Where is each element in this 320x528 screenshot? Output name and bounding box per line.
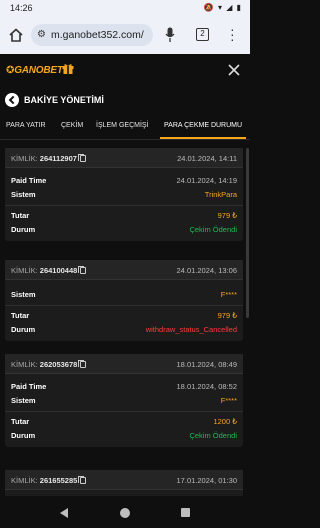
page-header: BAKİYE YÖNETİMİ	[0, 88, 250, 114]
balance-tabs: PARA YATIR ÇEKİM İŞLEM GEÇMİŞİ PARA ÇEKM…	[0, 114, 250, 140]
scrollbar[interactable]	[246, 148, 249, 318]
transaction-date: 24.01.2024, 13:06	[176, 266, 237, 275]
copy-icon[interactable]	[78, 476, 87, 484]
id-label: KİMLİK:	[11, 476, 38, 485]
amount-label: Tutar	[11, 417, 30, 426]
system-label: Sistem	[11, 290, 36, 299]
system-label: Sistem	[11, 190, 36, 199]
system-value: F****	[220, 290, 237, 299]
paid-time-label: Paid Time	[11, 382, 47, 391]
amount-label: Tutar	[11, 311, 30, 320]
transaction-id: 261655285	[39, 476, 78, 485]
browser-toolbar: ⚙ m.ganobet352.com/ 2 · · ·	[0, 16, 250, 54]
nav-back-icon[interactable]	[60, 508, 68, 518]
copy-icon[interactable]	[78, 266, 87, 274]
system-status-icons: 🔕 ▾ ◢ ▮	[203, 3, 242, 12]
gift-icon[interactable]	[62, 63, 74, 74]
ganobet-logo[interactable]: ✪GANOBET	[6, 65, 63, 76]
id-label: KİMLİK:	[11, 154, 38, 163]
site-settings-icon[interactable]: ⚙	[37, 29, 46, 40]
copy-icon[interactable]	[78, 360, 87, 368]
system-navigation-bar	[0, 498, 250, 528]
status-label: Durum	[11, 225, 36, 234]
address-bar[interactable]: ⚙ m.ganobet352.com/	[31, 24, 153, 46]
home-icon[interactable]	[9, 28, 23, 42]
active-tab-indicator	[160, 137, 246, 139]
transaction-date: 17.01.2024, 01:30	[176, 476, 237, 485]
status-label: Durum	[11, 431, 36, 440]
amount-label: Tutar	[11, 211, 30, 220]
transaction-card: KİMLİK: 264100448 24.01.2024, 13:06 Sist…	[5, 260, 243, 341]
microphone-icon[interactable]	[165, 27, 175, 43]
id-label: KİMLİK:	[11, 360, 38, 369]
paid-time-value: 18.01.2024, 08:52	[176, 382, 237, 391]
amount-value: 979 ₺	[217, 211, 237, 220]
back-icon[interactable]	[5, 93, 19, 107]
copy-icon[interactable]	[77, 154, 86, 162]
app-header: ✪GANOBET	[0, 54, 250, 88]
transaction-card: KİMLİK: 264112907 24.01.2024, 14:11 Paid…	[5, 148, 243, 241]
transaction-date: 24.01.2024, 14:11	[177, 154, 237, 163]
id-label: KİMLİK:	[11, 266, 38, 275]
paid-time-value: 24.01.2024, 14:19	[176, 176, 237, 185]
tab-islem-gecmisi[interactable]: İŞLEM GEÇMİŞİ	[96, 122, 149, 129]
transaction-id: 264100448	[39, 266, 78, 275]
tab-para-yatir[interactable]: PARA YATIR	[6, 122, 46, 129]
nav-home-icon[interactable]	[120, 508, 130, 518]
system-value: TrinkPara	[204, 190, 237, 199]
system-label: Sistem	[11, 396, 36, 405]
tab-cekim[interactable]: ÇEKİM	[61, 122, 83, 129]
tab-para-cekme-durumu[interactable]: PARA ÇEKME DURUMU	[164, 122, 242, 129]
close-icon[interactable]	[228, 64, 240, 76]
status-label: Durum	[11, 325, 36, 334]
paid-time-label: Paid Time	[11, 176, 47, 185]
nav-recents-icon[interactable]	[181, 508, 190, 517]
status-bar: 14:26 🔕 ▾ ◢ ▮	[0, 0, 250, 16]
page-title: BAKİYE YÖNETİMİ	[24, 95, 104, 105]
withdrawal-list: KİMLİK: 264112907 24.01.2024, 14:11 Paid…	[0, 140, 250, 496]
status-time: 14:26	[10, 3, 33, 13]
transaction-id: 262053678	[39, 360, 78, 369]
amount-value: 1200 ₺	[213, 417, 237, 426]
system-value: F****	[220, 396, 237, 405]
status-value: withdraw_status_Cancelled	[145, 325, 237, 334]
more-options-icon[interactable]: · · ·	[230, 22, 235, 46]
transaction-card: KİMLİK: 261655285 17.01.2024, 01:30	[5, 470, 243, 496]
transaction-date: 18.01.2024, 08:49	[176, 360, 237, 369]
status-value: Çekim Ödendi	[189, 431, 237, 440]
status-value: Çekim Ödendi	[189, 225, 237, 234]
transaction-card: KİMLİK: 262053678 18.01.2024, 08:49 Paid…	[5, 354, 243, 447]
transaction-id: 264112907	[39, 154, 77, 163]
tab-switcher-button[interactable]: 2	[196, 28, 209, 41]
amount-value: 979 ₺	[217, 311, 237, 320]
url-text: m.ganobet352.com/	[51, 29, 144, 41]
